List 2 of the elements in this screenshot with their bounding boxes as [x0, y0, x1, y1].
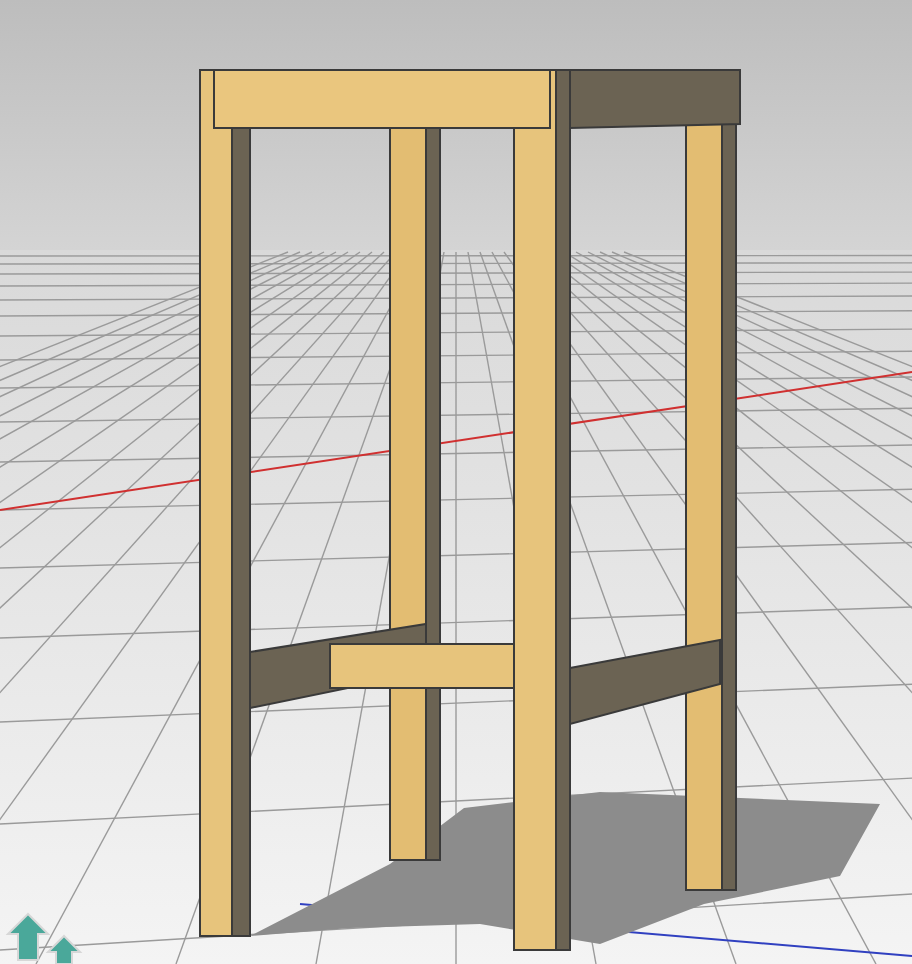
arrow-icon[interactable] [5, 912, 83, 964]
model-viewport[interactable] [0, 0, 912, 964]
